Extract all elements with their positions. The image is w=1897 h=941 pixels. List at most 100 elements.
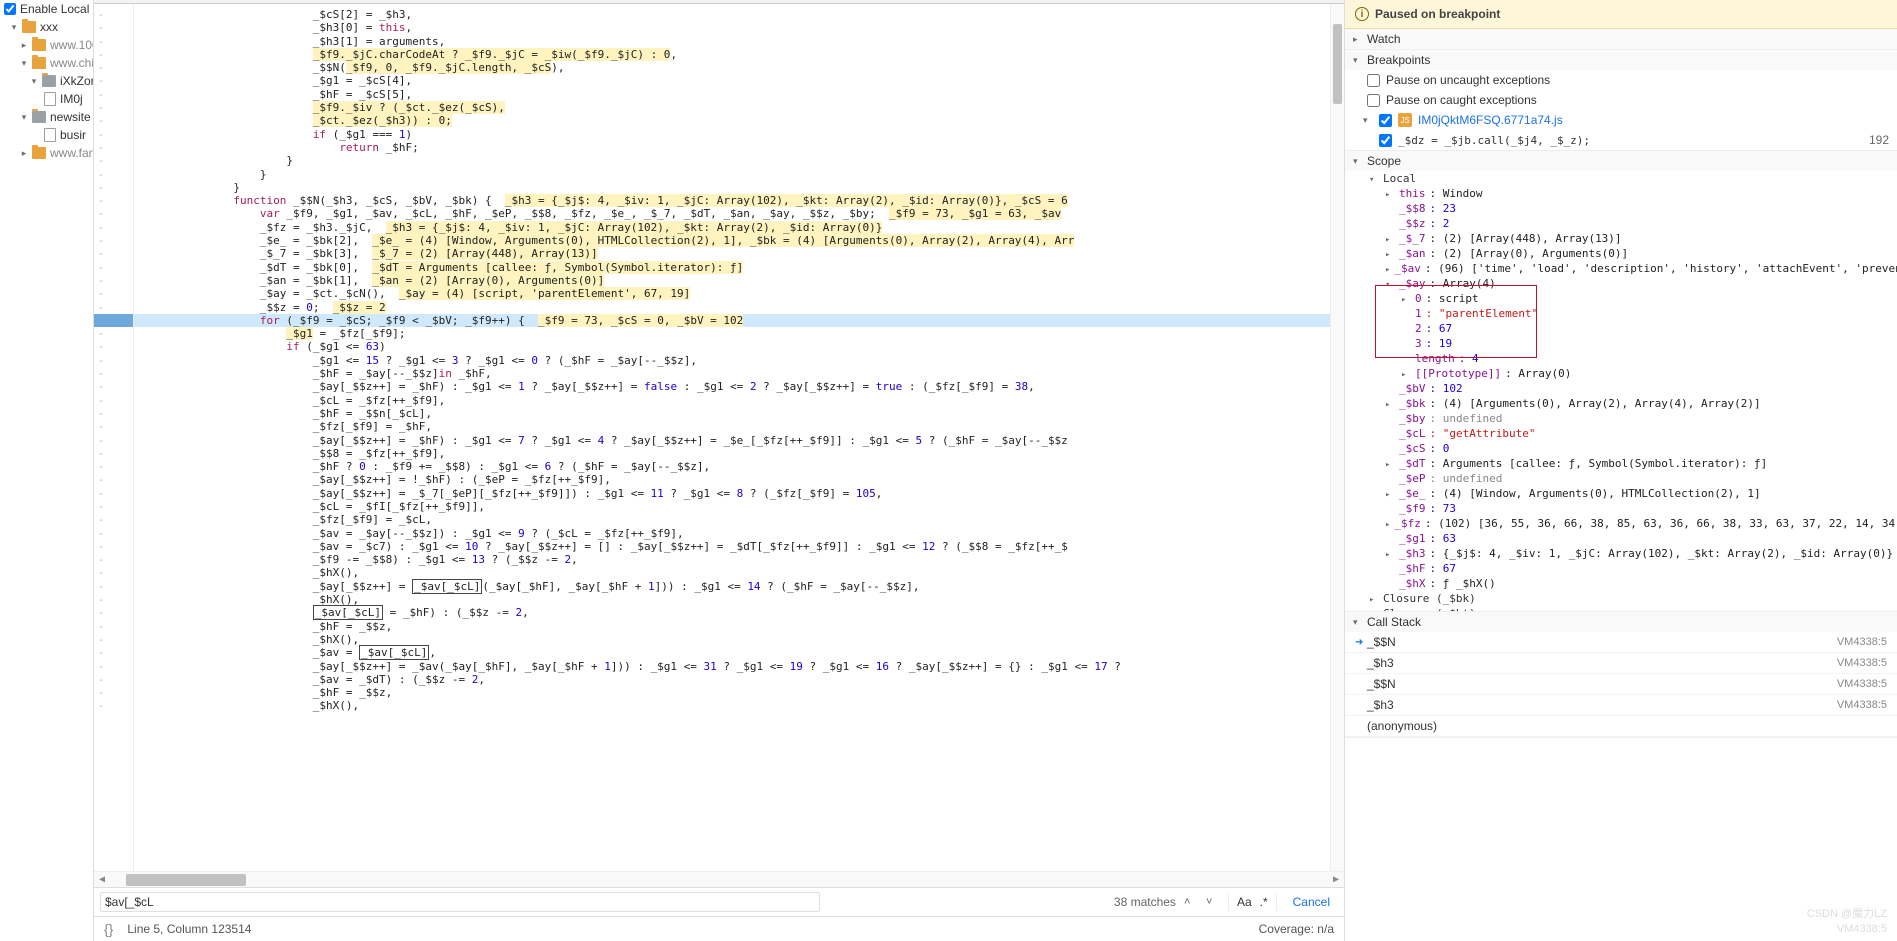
scroll-thumb[interactable] <box>1333 24 1342 104</box>
scope-variable-row[interactable]: _$$z: 2 <box>1345 216 1897 231</box>
scope-variable-row[interactable]: 2: 67 <box>1345 321 1897 336</box>
code-editor[interactable]: ----------------------------------------… <box>94 4 1344 871</box>
breakpoint-gutter-row[interactable]: - <box>98 8 105 21</box>
tree-item[interactable]: ▾newsite <box>0 108 93 126</box>
callstack-header[interactable]: ▾Call Stack <box>1345 612 1897 632</box>
tree-item[interactable]: IM0j <box>0 90 93 108</box>
breakpoint-gutter-row[interactable]: - <box>98 114 105 127</box>
scope-variable-row[interactable]: 3: 19 <box>1345 336 1897 351</box>
breakpoint-gutter-row[interactable]: - <box>98 74 105 87</box>
scope-variable-row[interactable]: 1: "parentElement" <box>1345 306 1897 321</box>
callstack-frame[interactable]: (anonymous) <box>1345 716 1897 737</box>
bp-line-checkbox[interactable] <box>1379 134 1392 147</box>
breakpoint-gutter-row[interactable]: - <box>98 420 105 433</box>
scope-variable-row[interactable]: _$hX: ƒ _$hX() <box>1345 576 1897 591</box>
breakpoint-gutter-row[interactable]: - <box>98 580 105 593</box>
scroll-left-arrow[interactable]: ◀ <box>94 872 110 888</box>
scroll-thumb-h[interactable] <box>126 874 246 886</box>
breakpoint-gutter-row[interactable]: - <box>98 168 105 181</box>
breakpoint-line-row[interactable]: _$dz = _$jb.call(_$j4, _$_z);192 <box>1345 130 1897 150</box>
breakpoint-gutter-row[interactable]: - <box>98 447 105 460</box>
breakpoint-gutter-row[interactable]: - <box>98 340 105 353</box>
breakpoint-gutter-row[interactable]: - <box>98 699 105 712</box>
breakpoint-gutter-row[interactable]: - <box>98 527 105 540</box>
breakpoint-gutter-row[interactable]: - <box>98 101 105 114</box>
scope-local-row[interactable]: ▾Local <box>1345 171 1897 186</box>
breakpoint-gutter-row[interactable]: - <box>98 660 105 673</box>
tree-item[interactable]: busir <box>0 126 93 144</box>
breakpoint-gutter-row[interactable]: - <box>98 194 105 207</box>
scope-variable-row[interactable]: _$eP: undefined <box>1345 471 1897 486</box>
callstack-frame[interactable]: ➜_$$NVM4338:5 <box>1345 632 1897 653</box>
tree-item[interactable]: ▾iXkZon <box>0 72 93 90</box>
breakpoint-gutter-row[interactable]: - <box>98 367 105 380</box>
scope-variable-row[interactable]: ▸_$bk: (4) [Arguments(0), Array(2), Arra… <box>1345 396 1897 411</box>
case-sensitive-toggle[interactable]: Aa <box>1237 895 1252 909</box>
breakpoint-gutter-row[interactable]: - <box>98 593 105 606</box>
find-prev-icon[interactable]: ˄ <box>1184 896 1198 908</box>
breakpoint-gutter-row[interactable]: - <box>98 48 105 61</box>
breakpoint-gutter-row[interactable]: - <box>98 394 105 407</box>
breakpoint-gutter-row[interactable]: - <box>98 21 105 34</box>
scope-variable-row[interactable]: _$hF: 67 <box>1345 561 1897 576</box>
breakpoint-gutter-row[interactable]: - <box>98 620 105 633</box>
tree-item[interactable]: ▸www.fanc <box>0 144 93 162</box>
scope-closure-row[interactable]: ▸Closure (_$bt) <box>1345 606 1897 611</box>
breakpoint-gutter-row[interactable]: - <box>98 301 105 314</box>
scope-variable-row[interactable]: length: 4 <box>1345 351 1897 366</box>
find-cancel-button[interactable]: Cancel <box>1285 893 1338 911</box>
enable-local-checkbox[interactable] <box>4 3 16 15</box>
breakpoint-gutter-row[interactable]: - <box>98 460 105 473</box>
scope-variable-row[interactable]: ▸[[Prototype]]: Array(0) <box>1345 366 1897 381</box>
scope-variable-row[interactable]: ▸_$dT: Arguments [callee: ƒ, Symbol(Symb… <box>1345 456 1897 471</box>
breakpoint-gutter-row[interactable]: - <box>98 207 105 220</box>
scope-variable-row[interactable]: ▸_$fz: (102) [36, 55, 36, 66, 38, 85, 63… <box>1345 516 1897 531</box>
scope-variable-row[interactable]: _$bV: 102 <box>1345 381 1897 396</box>
breakpoint-gutter-row[interactable]: - <box>98 327 105 340</box>
enable-local-row[interactable]: Enable Local <box>0 0 93 18</box>
bp-file-checkbox[interactable] <box>1379 114 1392 127</box>
breakpoint-gutter-row[interactable]: - <box>98 261 105 274</box>
breakpoint-gutter-row[interactable]: - <box>98 234 105 247</box>
regex-toggle[interactable]: .* <box>1260 895 1268 909</box>
pause-caught-row[interactable]: Pause on caught exceptions <box>1345 90 1897 110</box>
breakpoint-gutter-row[interactable]: - <box>98 128 105 141</box>
breakpoint-gutter-row[interactable]: - <box>98 434 105 447</box>
find-next-icon[interactable]: ˅ <box>1206 896 1220 908</box>
scope-variable-row[interactable]: ▸_$av: (96) ['time', 'load', 'descriptio… <box>1345 261 1897 276</box>
breakpoint-gutter-row[interactable]: - <box>98 487 105 500</box>
breakpoint-gutter-row[interactable]: - <box>98 354 105 367</box>
breakpoint-gutter-row[interactable]: - <box>98 88 105 101</box>
scope-variable-row[interactable]: ▸0: script <box>1345 291 1897 306</box>
vertical-scrollbar[interactable] <box>1330 4 1344 871</box>
breakpoint-gutter-row[interactable]: - <box>98 606 105 619</box>
scope-header[interactable]: ▾Scope <box>1345 151 1897 171</box>
breakpoint-gutter-row[interactable]: - <box>98 473 105 486</box>
scope-variable-row[interactable]: ▸_$h3: {_$j$: 4, _$iv: 1, _$jC: Array(10… <box>1345 546 1897 561</box>
breakpoint-gutter-row[interactable]: - <box>98 407 105 420</box>
breakpoint-gutter-row[interactable]: - <box>98 247 105 260</box>
scope-variable-row[interactable]: ▸this: Window <box>1345 186 1897 201</box>
breakpoint-gutter-row[interactable]: - <box>98 61 105 74</box>
breakpoint-gutter-row[interactable]: - <box>98 141 105 154</box>
scope-variable-row[interactable]: _$cS: 0 <box>1345 441 1897 456</box>
breakpoint-gutter-row[interactable]: - <box>98 633 105 646</box>
pause-uncaught-checkbox[interactable] <box>1367 74 1380 87</box>
horizontal-scrollbar[interactable]: ◀ ▶ <box>94 871 1344 887</box>
breakpoint-gutter-row[interactable]: - <box>98 181 105 194</box>
breakpoint-gutter-row[interactable]: - <box>98 540 105 553</box>
scope-variable-row[interactable]: _$g1: 63 <box>1345 531 1897 546</box>
braces-icon[interactable]: {} <box>104 921 113 937</box>
breakpoint-gutter-row[interactable]: - <box>98 513 105 526</box>
breakpoints-header[interactable]: ▾Breakpoints <box>1345 50 1897 70</box>
breakpoint-gutter-row[interactable]: - <box>98 221 105 234</box>
scope-variable-row[interactable]: _$f9: 73 <box>1345 501 1897 516</box>
pause-uncaught-row[interactable]: Pause on uncaught exceptions <box>1345 70 1897 90</box>
callstack-frame[interactable]: _$h3VM4338:5 <box>1345 653 1897 674</box>
scope-variable-row[interactable]: _$$8: 23 <box>1345 201 1897 216</box>
callstack-frame[interactable]: _$$NVM4338:5 <box>1345 674 1897 695</box>
scroll-right-arrow[interactable]: ▶ <box>1328 872 1344 888</box>
pause-caught-checkbox[interactable] <box>1367 94 1380 107</box>
tree-item[interactable]: ▾xxx <box>0 18 93 36</box>
breakpoint-file-row[interactable]: ▾JSIM0jQktM6FSQ.6771a74.js <box>1345 110 1897 130</box>
